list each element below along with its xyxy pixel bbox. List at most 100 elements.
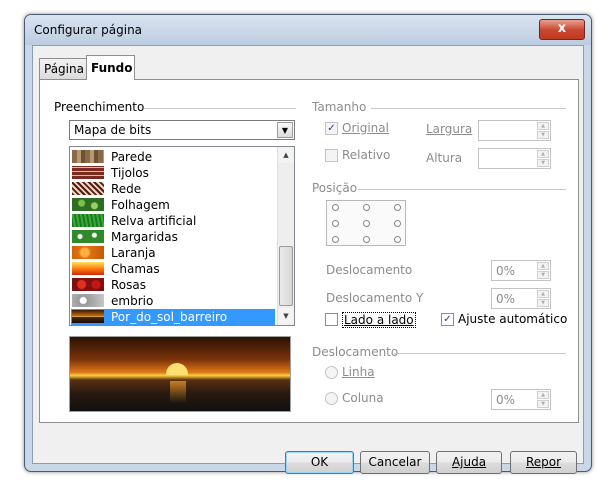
height-spin-buttons[interactable]: ▲ ▼ — [537, 150, 549, 167]
sun-shape — [166, 363, 188, 375]
tab-fundo[interactable]: Fundo — [86, 55, 135, 80]
offset-value-field[interactable]: 0% ▲ ▼ — [491, 389, 551, 410]
position-group-label: Posição — [312, 181, 358, 195]
relative-checkbox[interactable] — [325, 149, 338, 162]
autofit-checkbox[interactable]: ✓ — [441, 313, 454, 326]
offset-x-value: 0% — [496, 264, 516, 278]
column-radio[interactable] — [325, 392, 338, 405]
list-item[interactable]: Folhagem — [71, 197, 271, 213]
dialog-window: Configurar página x Página Fundo Preench… — [24, 14, 592, 474]
height-label: Altura — [426, 151, 463, 165]
spin-up-icon[interactable]: ▲ — [537, 391, 549, 399]
position-top-right[interactable] — [394, 204, 401, 211]
bitmap-list-scrollbar[interactable]: ▲ ▼ — [277, 147, 294, 325]
offset-y-field[interactable]: 0% ▲ ▼ — [491, 288, 551, 309]
list-item[interactable]: Relva artificial — [71, 213, 271, 229]
list-item[interactable]: Chamas — [71, 261, 271, 277]
tile-checkbox[interactable] — [325, 313, 338, 326]
original-label: Original — [342, 121, 389, 135]
bitmap-list[interactable]: Parede Tijolos Rede Folhagem Relva artif… — [69, 146, 295, 326]
offset-y-spin-buttons[interactable]: ▲ ▼ — [537, 290, 549, 307]
bitmap-name: embrio — [111, 294, 154, 308]
spin-down-icon[interactable]: ▼ — [537, 271, 549, 279]
reset-button[interactable]: Repor — [510, 451, 577, 474]
position-center[interactable] — [363, 220, 370, 227]
list-item[interactable]: embrio — [71, 293, 271, 309]
position-middle-left[interactable] — [332, 220, 339, 227]
cancel-button[interactable]: Cancelar — [360, 451, 430, 474]
bitmap-name: Margaridas — [111, 230, 178, 244]
bitmap-name: Tijolos — [111, 166, 149, 180]
bitmap-thumbnail — [72, 294, 104, 307]
tile-label: Lado a lado — [342, 312, 416, 328]
tab-pagina[interactable]: Página — [39, 58, 87, 79]
bitmap-thumbnail — [72, 278, 104, 291]
spin-down-icon[interactable]: ▼ — [537, 299, 549, 307]
row-radio[interactable] — [325, 366, 338, 379]
list-item[interactable]: Rede — [71, 181, 271, 197]
list-item[interactable]: Tijolos — [71, 165, 271, 181]
close-icon: x — [557, 21, 567, 36]
offset-x-label: Deslocamento — [326, 263, 413, 277]
list-item[interactable]: Margaridas — [71, 229, 271, 245]
scroll-up-icon[interactable]: ▲ — [278, 147, 294, 163]
offset-value: 0% — [496, 393, 516, 407]
fill-type-value: Mapa de bits — [74, 123, 152, 137]
offset-x-spin-buttons[interactable]: ▲ ▼ — [537, 262, 549, 279]
help-button[interactable]: Ajuda — [436, 451, 502, 474]
position-middle-right[interactable] — [394, 220, 401, 227]
row-label: Linha — [342, 365, 375, 379]
position-top-center[interactable] — [363, 204, 370, 211]
spin-up-icon[interactable]: ▲ — [537, 150, 549, 158]
list-item[interactable]: Rosas — [71, 277, 271, 293]
size-group-label: Tamanho — [312, 100, 367, 114]
relative-label: Relativo — [342, 148, 391, 162]
spin-down-icon[interactable]: ▼ — [537, 131, 549, 139]
close-button[interactable]: x — [539, 19, 585, 40]
chevron-down-icon[interactable]: ▼ — [277, 122, 293, 138]
bitmap-name: Rosas — [111, 278, 146, 292]
scroll-down-icon[interactable]: ▼ — [278, 308, 294, 324]
spin-up-icon[interactable]: ▲ — [537, 262, 549, 270]
position-bottom-left[interactable] — [332, 236, 339, 243]
spin-up-icon[interactable]: ▲ — [537, 122, 549, 130]
bitmap-name: Por_do_sol_barreiro — [111, 310, 228, 324]
scrollbar-thumb[interactable] — [279, 246, 293, 306]
title-bar[interactable]: Configurar página x — [25, 15, 591, 45]
offset-group-label: Deslocamento — [312, 345, 399, 359]
column-label: Coluna — [342, 391, 384, 405]
list-item[interactable]: Parede — [71, 149, 271, 165]
spin-up-icon[interactable]: ▲ — [537, 290, 549, 298]
height-field[interactable]: ▲ ▼ — [478, 148, 551, 169]
original-checkbox[interactable]: ✓ — [325, 122, 338, 135]
position-bottom-center[interactable] — [363, 236, 370, 243]
list-item[interactable]: Laranja — [71, 245, 271, 261]
tab-label: Página — [44, 62, 84, 76]
bitmap-name: Parede — [111, 150, 153, 164]
tile-label-text: Lado a lado — [344, 313, 414, 327]
offset-group-divider — [394, 353, 566, 354]
ok-button[interactable]: OK — [285, 451, 354, 474]
position-selector[interactable] — [326, 200, 406, 246]
offset-spin-buttons[interactable]: ▲ ▼ — [537, 391, 549, 408]
list-item-selected[interactable]: Por_do_sol_barreiro — [71, 309, 275, 325]
position-top-left[interactable] — [332, 204, 339, 211]
width-spin-buttons[interactable]: ▲ ▼ — [537, 122, 549, 139]
bitmap-preview — [69, 336, 291, 412]
ok-label: OK — [310, 455, 329, 469]
position-bottom-right[interactable] — [394, 236, 401, 243]
spin-down-icon[interactable]: ▼ — [537, 400, 549, 408]
bitmap-name: Rede — [111, 182, 142, 196]
offset-x-field[interactable]: 0% ▲ ▼ — [491, 260, 551, 281]
width-label: Largura — [426, 122, 473, 136]
tab-panel-fundo: Preenchimento Mapa de bits ▼ Parede Tijo… — [39, 79, 579, 423]
offset-y-label: Deslocamento Y — [326, 291, 424, 305]
bitmap-thumbnail — [72, 166, 104, 179]
spin-down-icon[interactable]: ▼ — [537, 159, 549, 167]
bitmap-thumbnail — [72, 246, 104, 259]
bitmap-name: Relva artificial — [111, 214, 197, 228]
width-field[interactable]: ▲ ▼ — [478, 120, 551, 141]
fill-type-select[interactable]: Mapa de bits ▼ — [69, 120, 295, 140]
bitmap-thumbnail — [72, 182, 104, 195]
window-title: Configurar página — [34, 23, 143, 37]
